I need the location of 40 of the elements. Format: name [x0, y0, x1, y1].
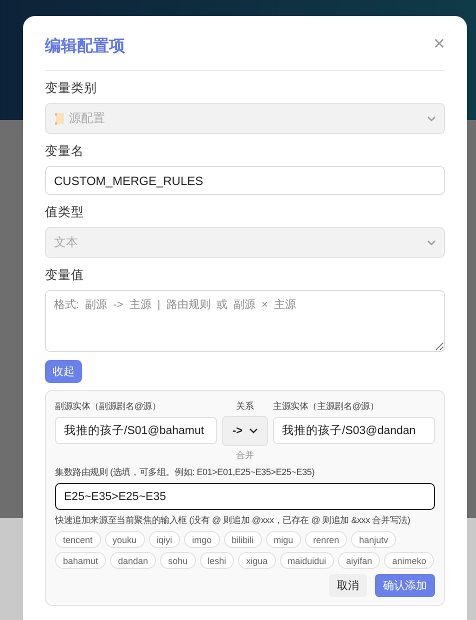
source-chip[interactable]: youku	[104, 531, 145, 548]
collapse-button[interactable]: 收起	[45, 360, 82, 383]
scroll-icon	[54, 112, 65, 125]
source-chip[interactable]: migu	[266, 531, 302, 548]
source-chip[interactable]: tencent	[55, 531, 101, 548]
source-chip[interactable]: maiduidui	[280, 552, 334, 569]
input-field[interactable]: 我推的孩子/S03@dandan	[273, 417, 435, 444]
field-label: 副源实体（副源剧名@源）	[55, 400, 162, 413]
field-label: 主源实体（主源剧名@源）	[273, 400, 380, 413]
chevron-down-icon	[427, 116, 436, 122]
chevron-down-icon	[248, 428, 258, 434]
hint-text: 快速追加来源至当前聚焦的输入框 (没有 @ 则追加 @xxx，已存在 @ 则追加 &xxx 合并写法)	[55, 514, 412, 527]
dialog-title: 编辑配置项	[45, 36, 125, 56]
source-chip[interactable]: bahamut	[55, 552, 106, 569]
relation-select[interactable]: ->	[222, 416, 268, 446]
source-chip[interactable]: dandan	[110, 552, 156, 569]
confirm-button[interactable]: 确认添加	[375, 574, 435, 597]
hint-text: 合并	[236, 449, 254, 462]
text-area[interactable]: 格式: 副源 -> 主源 | 路由规则 或 副源 × 主源	[45, 290, 445, 352]
field-label: 集数路由规则 (选填，可多组。例如: E01>E01,E25~E35>E25~E35)	[55, 466, 316, 479]
source-chip[interactable]: iqiyi	[148, 531, 180, 548]
chevron-down-icon	[427, 240, 436, 246]
source-chip[interactable]: leshi	[200, 552, 234, 569]
field-label: 变量类别	[45, 80, 98, 97]
field-label: 值类型	[45, 204, 85, 221]
input-field[interactable]: CUSTOM_MERGE_RULES	[45, 166, 445, 195]
cancel-button[interactable]: 取消	[329, 574, 367, 597]
source-chip[interactable]: bilibili	[224, 531, 262, 548]
source-chip[interactable]: renren	[305, 531, 348, 548]
field-label: 关系	[236, 400, 254, 413]
source-chip[interactable]: imgo	[184, 531, 220, 548]
source-chip[interactable]: sohu	[160, 552, 196, 569]
input-field[interactable]: E25~E35>E25~E35	[55, 483, 435, 510]
field-label: 变量值	[45, 267, 85, 284]
source-chip[interactable]: hanjutv	[351, 531, 396, 548]
field-label: 变量名	[45, 143, 85, 160]
input-field[interactable]: 我推的孩子/S01@bahamut	[55, 417, 217, 444]
source-chip[interactable]: aiyifan	[338, 552, 380, 569]
source-chip[interactable]: animeko	[384, 552, 434, 569]
source-chip[interactable]: xigua	[238, 552, 276, 569]
